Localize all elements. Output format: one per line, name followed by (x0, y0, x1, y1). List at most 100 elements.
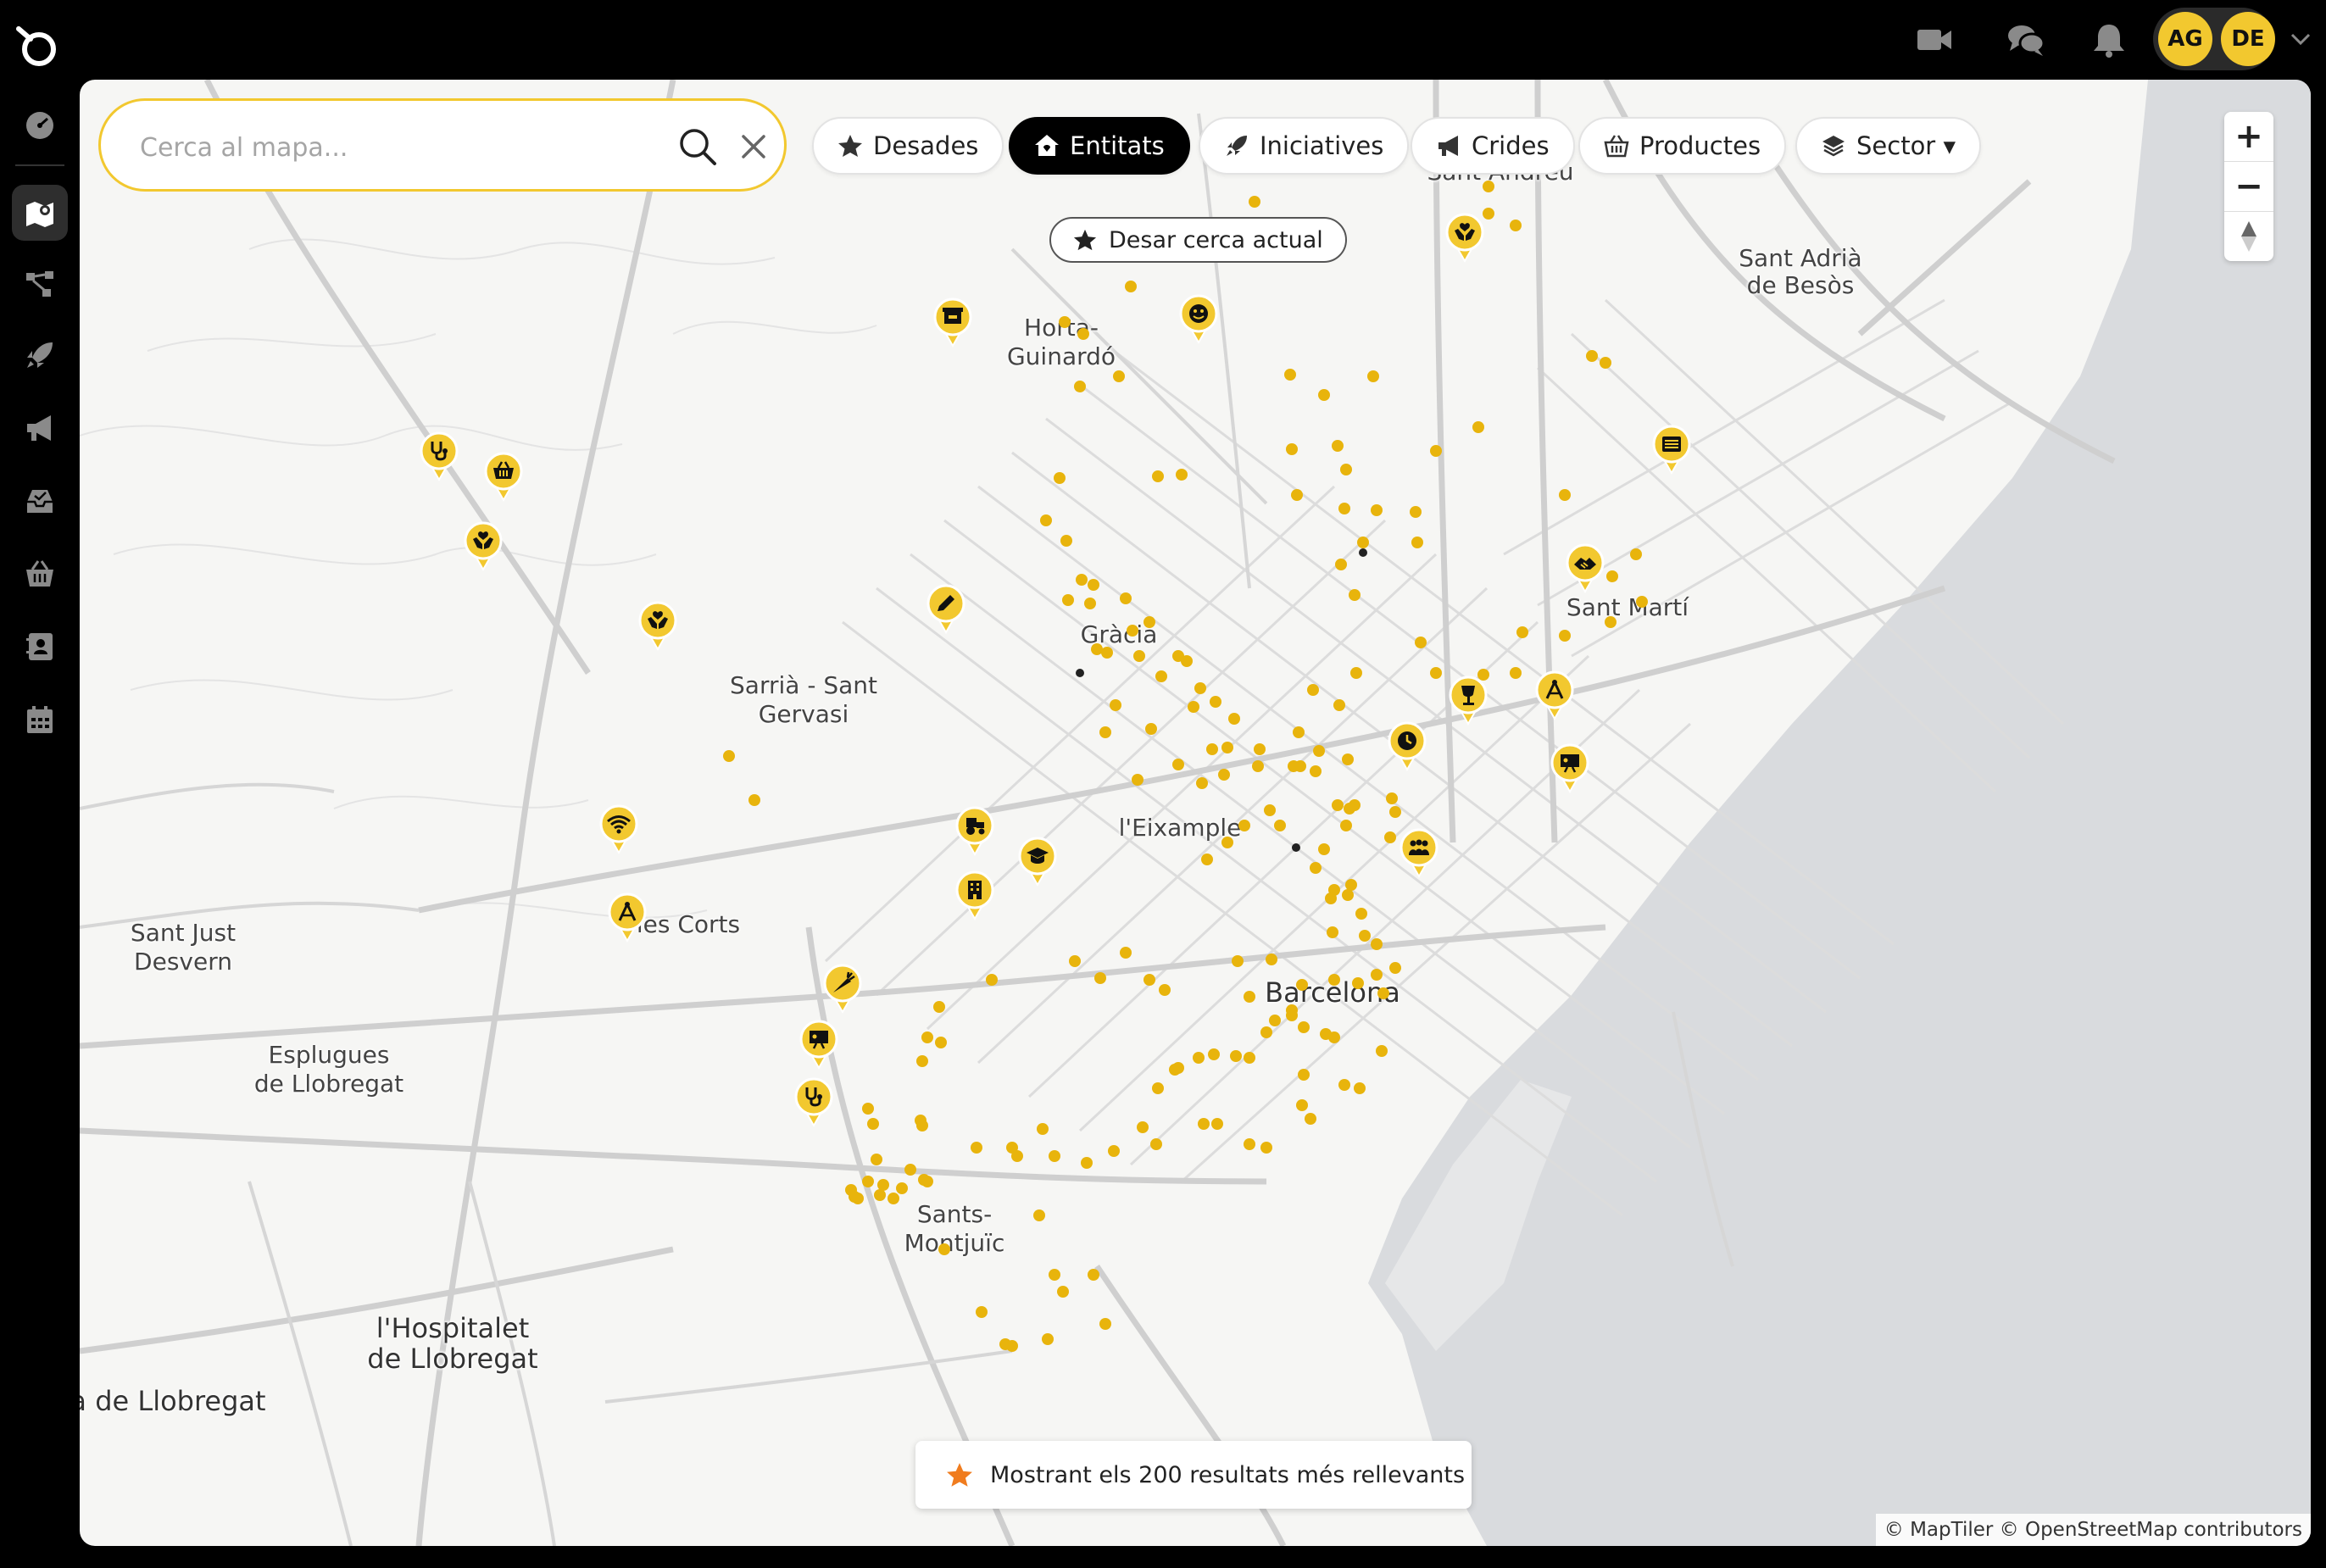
map-result-dot[interactable] (1077, 328, 1089, 340)
map-result-dot[interactable] (1132, 774, 1144, 786)
map-result-dot[interactable] (1144, 974, 1155, 986)
map-result-dot[interactable] (1144, 616, 1155, 628)
map-marker[interactable] (954, 870, 996, 920)
map-result-dot[interactable] (1110, 699, 1121, 711)
map-result-dot[interactable] (1074, 381, 1086, 392)
map-result-dot[interactable] (1060, 535, 1072, 547)
map-result-dot[interactable] (1221, 742, 1233, 753)
sidebar-item-calendar[interactable] (12, 692, 68, 748)
map-result-dot[interactable] (1208, 1048, 1220, 1060)
map-result-dot[interactable] (1081, 1157, 1093, 1169)
map-marker[interactable] (925, 583, 967, 634)
map-result-dot[interactable] (1049, 1150, 1060, 1162)
map-result-dot[interactable] (1232, 955, 1244, 967)
map-result-dot[interactable] (1342, 889, 1354, 901)
map-result-dot[interactable] (916, 1055, 928, 1067)
map-result-dot[interactable] (1338, 503, 1350, 514)
map-result-dot[interactable] (1291, 489, 1303, 501)
map-result-dot[interactable] (921, 1031, 933, 1043)
map-result-dot[interactable] (1125, 281, 1137, 292)
sidebar-item-initiatives[interactable] (12, 327, 68, 383)
map-marker[interactable] (932, 297, 974, 348)
filter-initiatives[interactable]: Iniciatives (1199, 117, 1410, 175)
map-marker[interactable] (798, 1019, 840, 1070)
map-result-dot[interactable] (1288, 760, 1299, 772)
zoom-out-button[interactable]: − (2224, 162, 2273, 211)
map-result-dot[interactable] (1150, 1138, 1162, 1150)
map-result-dot[interactable] (1120, 947, 1132, 959)
map-result-dot[interactable] (849, 1191, 860, 1203)
map-marker[interactable] (637, 600, 679, 651)
avatar[interactable]: DE (2221, 12, 2275, 66)
filter-sector-dropdown[interactable]: Sector ▾ (1795, 117, 1982, 175)
map-result-dot[interactable] (1260, 1026, 1272, 1038)
sidebar-item-dashboard[interactable] (12, 97, 68, 153)
map-result-dot[interactable] (1354, 1082, 1366, 1094)
map-cluster-dot[interactable] (1292, 843, 1300, 852)
map-result-dot[interactable] (1069, 955, 1081, 967)
map-result-dot[interactable] (1252, 760, 1264, 772)
map-result-dot[interactable] (1411, 537, 1423, 548)
map-result-dot[interactable] (1254, 743, 1266, 755)
map-result-dot[interactable] (1335, 559, 1347, 570)
search-input[interactable] (138, 123, 650, 172)
map-result-dot[interactable] (1249, 196, 1260, 208)
map-result-dot[interactable] (1510, 667, 1522, 679)
map-result-dot[interactable] (723, 750, 735, 762)
map-result-dot[interactable] (1062, 594, 1074, 606)
bell-icon[interactable] (2089, 20, 2129, 59)
map-result-dot[interactable] (1359, 930, 1371, 942)
map-result-dot[interactable] (1305, 1113, 1316, 1125)
map-marker[interactable] (793, 1076, 835, 1127)
map-result-dot[interactable] (874, 1189, 886, 1201)
map-result-dot[interactable] (1313, 745, 1325, 757)
map-result-dot[interactable] (1042, 1333, 1054, 1345)
map-result-dot[interactable] (1054, 472, 1066, 484)
map-result-dot[interactable] (938, 1243, 950, 1255)
map-result-dot[interactable] (1298, 1021, 1310, 1033)
map-result-dot[interactable] (1377, 987, 1389, 999)
sidebar-item-inbox[interactable] (12, 473, 68, 529)
map-result-dot[interactable] (1120, 592, 1132, 604)
map-result-dot[interactable] (1244, 991, 1255, 1003)
map-result-dot[interactable] (1137, 1121, 1149, 1133)
map-result-dot[interactable] (1430, 667, 1442, 679)
zoom-in-button[interactable]: + (2224, 112, 2273, 161)
map-result-dot[interactable] (1386, 792, 1398, 804)
map-result-dot[interactable] (1367, 370, 1379, 382)
map-result-dot[interactable] (1211, 1118, 1223, 1130)
map-canvas[interactable]: Sant Andreu Sant Adrià de Besòs Horta- G… (80, 80, 2311, 1546)
filter-calls[interactable]: Crides (1411, 117, 1575, 175)
map-result-dot[interactable] (1389, 806, 1401, 818)
map-result-dot[interactable] (1196, 777, 1208, 789)
map-result-dot[interactable] (1152, 470, 1164, 482)
map-marker[interactable] (1533, 670, 1576, 720)
map-result-dot[interactable] (871, 1154, 882, 1165)
map-result-dot[interactable] (904, 1164, 916, 1176)
map-result-dot[interactable] (1113, 370, 1125, 382)
map-result-dot[interactable] (1269, 1015, 1281, 1026)
map-result-dot[interactable] (1328, 1031, 1340, 1043)
map-result-dot[interactable] (888, 1193, 899, 1204)
map-marker[interactable] (1398, 827, 1440, 878)
map-marker[interactable] (821, 963, 864, 1014)
map-cluster-dot[interactable] (1359, 548, 1367, 557)
chat-icon[interactable] (2006, 20, 2046, 59)
map-result-dot[interactable] (1244, 1138, 1255, 1150)
save-search-button[interactable]: Desar cerca actual (1049, 217, 1347, 263)
map-result-dot[interactable] (1099, 726, 1111, 738)
map-result-dot[interactable] (933, 1001, 945, 1013)
map-result-dot[interactable] (1206, 743, 1218, 755)
map-result-dot[interactable] (1286, 1004, 1298, 1016)
video-icon[interactable] (1914, 20, 1955, 59)
map-marker[interactable] (1444, 212, 1486, 263)
map-result-dot[interactable] (1152, 1082, 1164, 1094)
map-result-dot[interactable] (1155, 670, 1167, 682)
map-result-dot[interactable] (1430, 445, 1442, 457)
map-result-dot[interactable] (1059, 316, 1071, 328)
map-result-dot[interactable] (1296, 1099, 1308, 1111)
sidebar-item-contacts[interactable] (12, 619, 68, 675)
map-result-dot[interactable] (1636, 596, 1648, 608)
map-result-dot[interactable] (1559, 489, 1571, 501)
map-marker[interactable] (598, 803, 640, 854)
